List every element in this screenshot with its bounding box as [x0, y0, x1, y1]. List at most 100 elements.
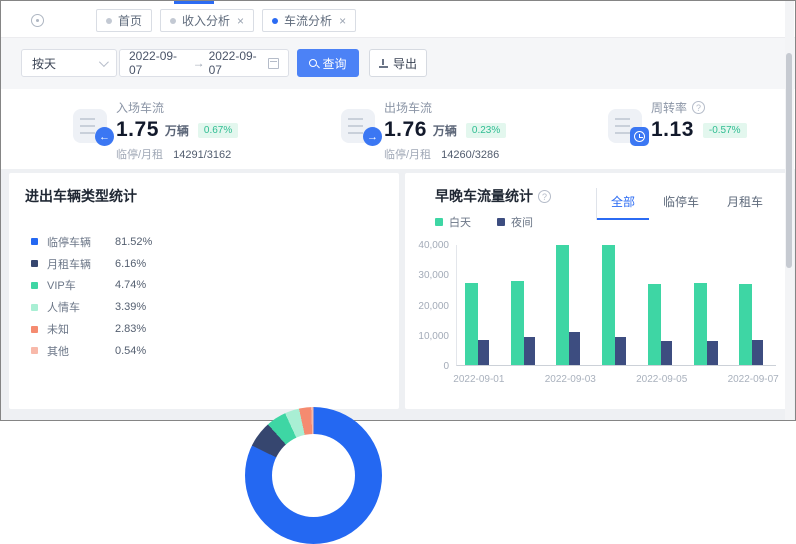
- swatch-icon: [31, 260, 38, 267]
- stat-title: 入场车流: [116, 97, 238, 116]
- bar-day: [694, 283, 707, 365]
- bar-chart: 40,000 30,000 20,000 10,000 0 2022-09-01 2022-…: [405, 173, 789, 409]
- document-icon: ←: [73, 109, 107, 143]
- bar-night: [524, 337, 535, 365]
- date-range-separator: →: [189, 56, 209, 70]
- date-range-input[interactable]: 2022-09-07 → 2022-09-07: [119, 49, 289, 77]
- swatch-icon: [31, 326, 38, 333]
- export-button-label: 导出: [393, 55, 417, 72]
- refresh-icon[interactable]: [31, 14, 44, 27]
- scrollbar-track: [785, 1, 794, 420]
- tab-label: 车流分析: [284, 12, 332, 29]
- y-axis-tick-label: 10,000: [405, 331, 449, 342]
- legend-item[interactable]: 未知2.83%: [31, 318, 152, 340]
- chevron-down-icon: [99, 57, 109, 67]
- export-icon: [379, 59, 388, 68]
- swatch-icon: [31, 238, 38, 245]
- tab-label: 收入分析: [182, 12, 230, 29]
- bar-chart-plot: [456, 245, 776, 366]
- export-button[interactable]: 导出: [369, 49, 427, 77]
- stats-band: ← 入场车流 1.75 万辆 0.67% 临停/月租 14291/3162 → …: [1, 89, 795, 169]
- period-select-value: 按天: [32, 55, 56, 72]
- stat-value: 1.76: [384, 118, 427, 142]
- stat-value: 1.75: [116, 118, 159, 142]
- bar-day: [465, 283, 478, 365]
- x-axis-tick-label: 2022-09-05: [627, 374, 697, 385]
- tab-home[interactable]: 首页: [96, 9, 152, 32]
- pie-legend: 临停车辆81.52% 月租车辆6.16% VIP车4.74% 人情车3.39% …: [31, 231, 152, 362]
- bar-day: [556, 245, 569, 365]
- bar-night: [615, 337, 626, 365]
- stat-sub-value: 14260/3286: [441, 149, 499, 161]
- stat-card-outbound: → 出场车流 1.76 万辆 0.23% 临停/月租 14260/3286: [341, 97, 506, 162]
- document-icon: [608, 109, 642, 143]
- tab-income-analysis[interactable]: 收入分析 ×: [160, 9, 254, 32]
- vehicle-type-panel: 进出车辆类型统计 临停车辆81.52% 月租车辆6.16% VIP车4.74% …: [9, 173, 399, 409]
- filter-bar: 按天 2022-09-07 → 2022-09-07 查询 导出: [1, 38, 795, 89]
- stat-card-turnover: 周转率? 1.13 -0.57%: [608, 97, 747, 143]
- swatch-icon: [31, 347, 38, 354]
- bar-day: [602, 245, 615, 365]
- bar-night: [478, 340, 489, 365]
- bar-day: [739, 284, 752, 365]
- bar-night: [569, 332, 580, 365]
- swatch-icon: [31, 282, 38, 289]
- bar-night: [707, 341, 718, 365]
- tab-bar: 首页 收入分析 × 车流分析 ×: [1, 1, 795, 38]
- stat-unit: 万辆: [165, 122, 189, 139]
- search-icon: [309, 59, 317, 67]
- stat-sub-label: 临停/月租: [116, 149, 163, 161]
- y-axis-tick-label: 30,000: [405, 270, 449, 281]
- bar-day: [648, 284, 661, 365]
- legend-item[interactable]: 人情车3.39%: [31, 296, 152, 318]
- stat-unit: 万辆: [433, 122, 457, 139]
- stat-sub-value: 14291/3162: [173, 149, 231, 161]
- tab-traffic-analysis[interactable]: 车流分析 ×: [262, 9, 356, 32]
- y-axis-tick-label: 20,000: [405, 301, 449, 312]
- legend-item[interactable]: VIP车4.74%: [31, 275, 152, 297]
- stat-value: 1.13: [651, 118, 694, 142]
- stat-title: 出场车流: [384, 97, 506, 116]
- scrollbar-thumb[interactable]: [786, 53, 792, 268]
- stat-change-badge: 0.23%: [466, 123, 506, 138]
- close-icon[interactable]: ×: [339, 15, 346, 27]
- stat-change-badge: 0.67%: [198, 123, 238, 138]
- date-start-value: 2022-09-07: [129, 49, 189, 77]
- legend-item[interactable]: 临停车辆81.52%: [31, 231, 152, 253]
- day-night-traffic-panel: 早晚车流量统计? 全部 临停车 月租车 白天 夜间 40,00030,00020…: [405, 173, 789, 409]
- swatch-icon: [31, 304, 38, 311]
- tab-label: 首页: [118, 12, 142, 29]
- bar-day: [511, 281, 524, 365]
- legend-item[interactable]: 其他0.54%: [31, 340, 152, 362]
- loading-bar: [174, 1, 214, 4]
- query-button-label: 查询: [322, 55, 346, 72]
- calendar-icon: [268, 58, 279, 69]
- x-axis-tick-label: 2022-09-07: [718, 374, 788, 385]
- legend-item[interactable]: 月租车辆6.16%: [31, 253, 152, 275]
- stat-title: 周转率?: [651, 97, 747, 116]
- tab-dot-icon: [272, 18, 278, 24]
- list-lines-icon: [80, 118, 95, 134]
- date-end-value: 2022-09-07: [209, 49, 269, 77]
- x-axis-tick-label: 2022-09-03: [535, 374, 605, 385]
- clock-icon: [630, 127, 649, 146]
- tab-dot-icon: [170, 18, 176, 24]
- document-icon: →: [341, 109, 375, 143]
- tab-dot-icon: [106, 18, 112, 24]
- period-select[interactable]: 按天: [21, 49, 117, 77]
- x-axis-tick-label: 2022-09-01: [444, 374, 514, 385]
- bar-night: [752, 340, 763, 365]
- list-lines-icon: [348, 118, 363, 134]
- list-lines-icon: [615, 118, 630, 134]
- bar-night: [661, 341, 672, 365]
- panel-title: 进出车辆类型统计: [25, 186, 137, 206]
- query-button[interactable]: 查询: [297, 49, 359, 77]
- y-axis-tick-label: 40,000: [405, 240, 449, 251]
- stat-sub-label: 临停/月租: [384, 149, 431, 161]
- stat-change-badge: -0.57%: [703, 123, 747, 138]
- y-axis-tick-label: 0: [405, 361, 449, 372]
- stat-card-inbound: ← 入场车流 1.75 万辆 0.67% 临停/月租 14291/3162: [73, 97, 238, 162]
- close-icon[interactable]: ×: [237, 15, 244, 27]
- exit-arrow-icon: →: [363, 127, 382, 146]
- info-icon[interactable]: ?: [692, 101, 705, 114]
